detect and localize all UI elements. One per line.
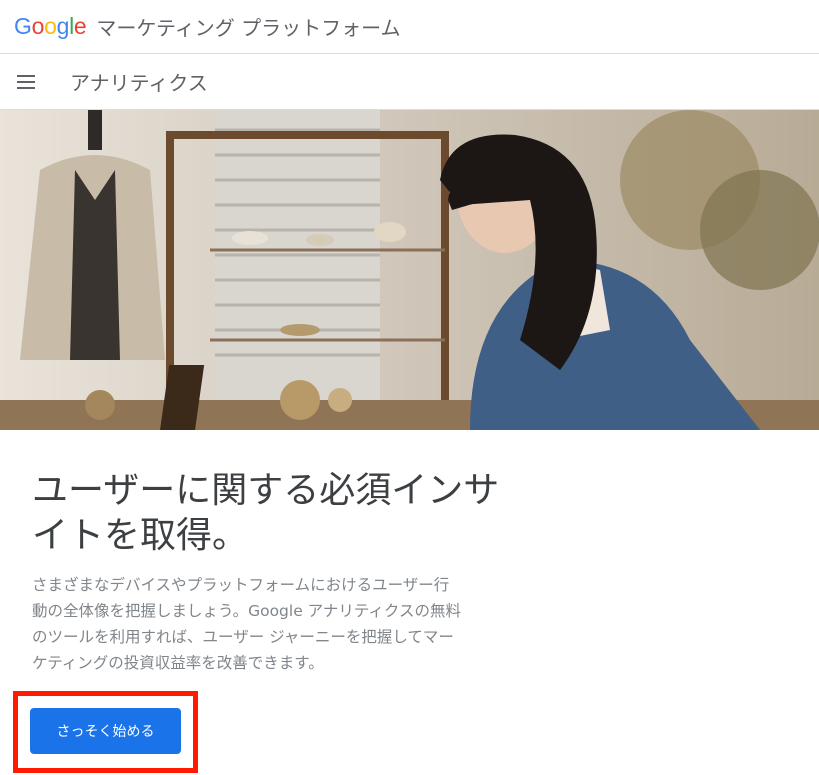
headline-line-2: イトを取得。 xyxy=(32,515,249,556)
description-line-2: 動の全体像を把握しましょう。Google アナリティクスの無料 xyxy=(32,602,461,620)
description-line-4: ケティングの投資収益率を改善できます。 xyxy=(32,654,324,672)
google-logo[interactable]: Google xyxy=(14,13,87,40)
product-title[interactable]: アナリティクス xyxy=(70,67,208,96)
logo-letter-g2: g xyxy=(56,13,70,39)
top-header: Google マーケティング プラットフォーム xyxy=(0,0,819,54)
headline-line-1: ユーザーに関する必須インサ xyxy=(32,470,500,511)
logo-letter-e: e xyxy=(73,13,87,39)
description-line-3: のツールを利用すれば、ユーザー ジャーニーを把握してマー xyxy=(32,628,454,646)
product-nav: アナリティクス xyxy=(0,54,819,110)
hero-image xyxy=(0,110,819,430)
hero-photo-illustration xyxy=(0,110,819,430)
logo-letter-o2: o xyxy=(44,13,57,39)
description-line-1: さまざまなデバイスやプラットフォームにおけるユーザー行 xyxy=(32,576,450,594)
brand-name[interactable]: マーケティング プラットフォーム xyxy=(96,12,400,41)
logo-letter-g: G xyxy=(14,13,32,39)
hamburger-menu-icon[interactable] xyxy=(17,74,35,89)
page-headline: ユーザーに関する必須インサ イトを取得。 xyxy=(32,468,552,558)
logo-letter-o1: o xyxy=(31,13,45,39)
get-started-button[interactable]: さっそく始める xyxy=(30,708,181,754)
description: さまざまなデバイスやプラットフォームにおけるユーザー行 動の全体像を把握しましょ… xyxy=(32,572,537,676)
